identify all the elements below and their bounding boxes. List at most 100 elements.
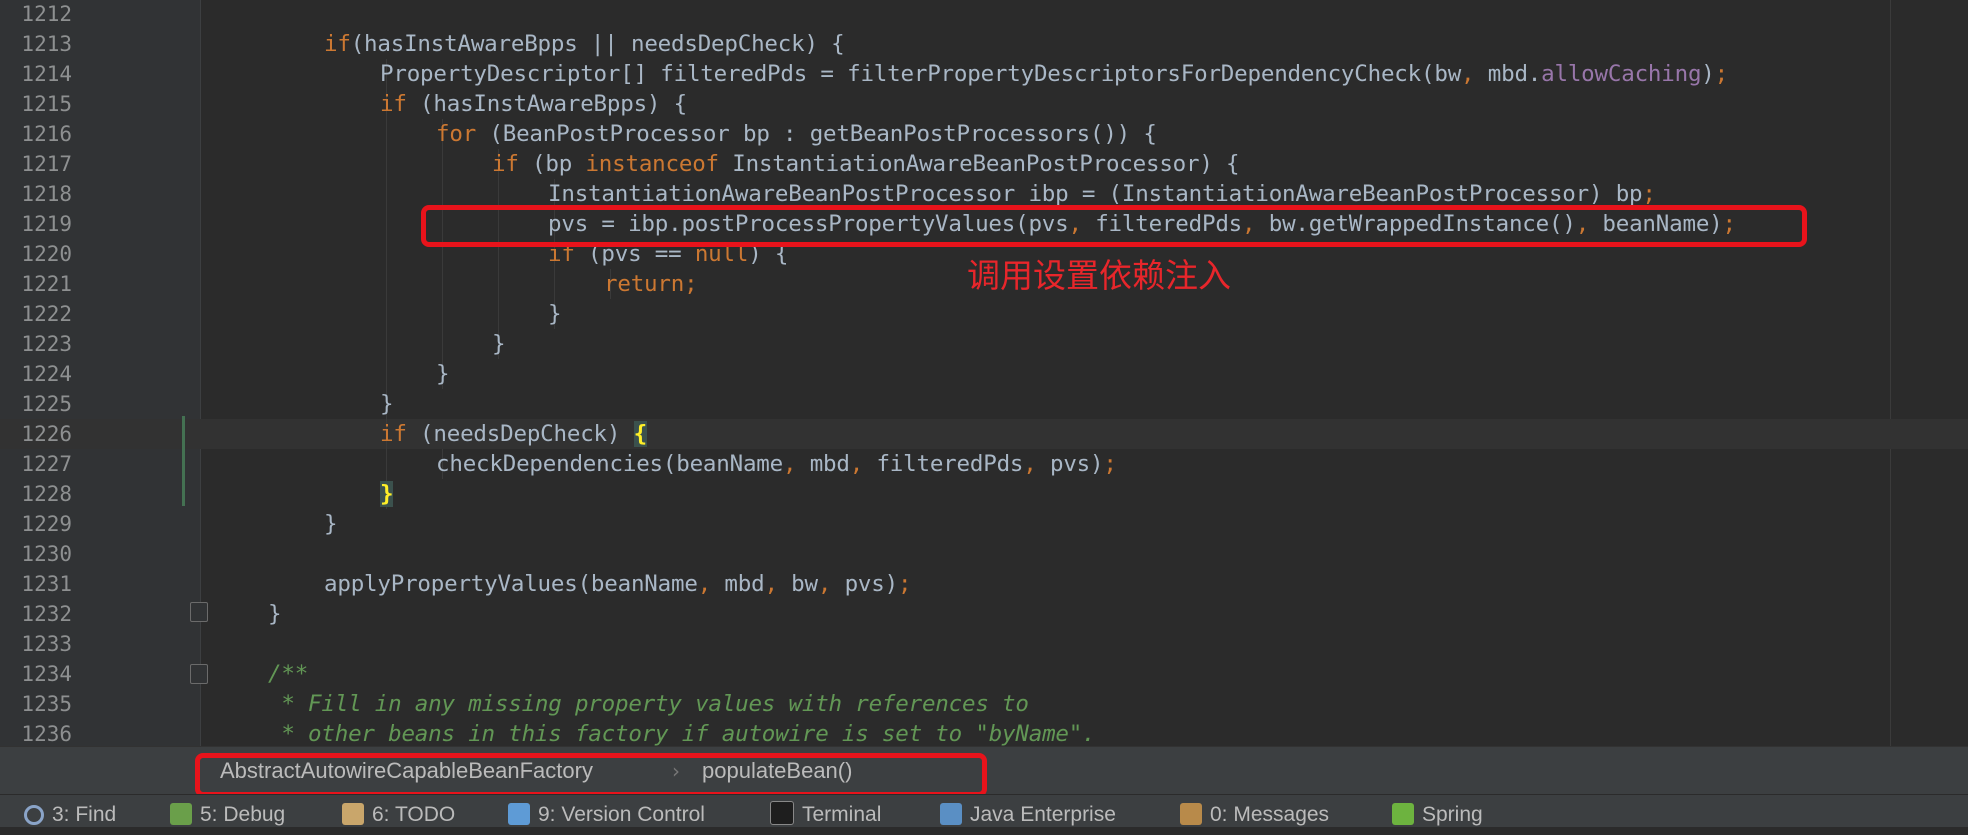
code-line[interactable]: 1226 if (needsDepCheck) {: [0, 419, 1968, 449]
tool-window-button[interactable]: 3: Find: [24, 795, 116, 827]
code-token: ;: [1103, 451, 1117, 477]
code-line[interactable]: 1216 for (BeanPostProcessor bp : getBeanP…: [0, 119, 1968, 149]
spring-leaf-icon: [1392, 803, 1414, 825]
code-line[interactable]: 1230: [0, 539, 1968, 569]
line-number: 1220: [21, 242, 72, 266]
line-number: 1216: [21, 122, 72, 146]
tool-window-label: 6: TODO: [372, 803, 456, 826]
code-line[interactable]: 1214 PropertyDescriptor[] filteredPds = f…: [0, 59, 1968, 89]
tool-window-button[interactable]: 0: Messages: [1180, 795, 1329, 827]
indent-guide: [442, 299, 443, 329]
line-number: 1226: [21, 422, 72, 446]
tool-window-label: 0: Messages: [1210, 803, 1330, 826]
indent-guide: [386, 209, 387, 239]
tool-window-button[interactable]: 5: Debug: [170, 795, 285, 827]
code-token: applyPropertyValues(beanName: [324, 571, 698, 597]
code-token: (hasInstAwareBpps || needsDepCheck) {: [350, 31, 845, 57]
code-token: }: [268, 601, 282, 627]
tool-window-button[interactable]: Spring: [1392, 795, 1483, 827]
code-line[interactable]: 1228}: [0, 479, 1968, 509]
code-line[interactable]: 1233: [0, 629, 1968, 659]
code-line[interactable]: 1229}: [0, 509, 1968, 539]
indent-guide: [386, 359, 387, 389]
code-token: ,: [1461, 61, 1475, 87]
line-number: 1218: [21, 182, 72, 206]
code-line[interactable]: 1231 applyPropertyValues(beanName, mbd, b…: [0, 569, 1968, 599]
code-line[interactable]: 1225}: [0, 389, 1968, 419]
line-number: 1215: [21, 92, 72, 116]
todo-icon: [342, 803, 364, 825]
indent-guide: [386, 239, 387, 269]
code-token: allowCaching: [1541, 61, 1702, 87]
code-line[interactable]: 1222}: [0, 299, 1968, 329]
version-control-icon: [508, 803, 530, 825]
code-line[interactable]: 1232}: [0, 599, 1968, 629]
tool-window-button[interactable]: Terminal: [770, 795, 881, 827]
code-token: ;: [1642, 181, 1656, 207]
code-text[interactable]: * other beans in this factory if autowir…: [268, 719, 1095, 746]
code-text[interactable]: PropertyDescriptor[] filteredPds = filte…: [380, 59, 1728, 89]
bug-icon: [170, 803, 192, 825]
code-text[interactable]: if (needsDepCheck) {: [380, 419, 647, 449]
line-number: 1221: [21, 272, 72, 296]
line-number: 1214: [21, 62, 72, 86]
code-line[interactable]: 1236 * other beans in this factory if au…: [0, 719, 1968, 746]
fold-marker-icon[interactable]: [190, 602, 208, 622]
code-token: if: [492, 151, 519, 177]
code-text[interactable]: }: [492, 329, 506, 359]
code-token: ,: [783, 451, 797, 477]
tool-window-label: Spring: [1422, 803, 1483, 826]
code-token: ): [1701, 61, 1715, 87]
code-line[interactable]: 1213 if(hasInstAwareBpps || needsDepCheck…: [0, 29, 1968, 59]
code-text[interactable]: /**: [268, 659, 308, 689]
code-text[interactable]: }: [268, 599, 282, 629]
code-token: bw: [777, 571, 818, 597]
code-token: (BeanPostProcessor bp : getBeanPostProce…: [476, 121, 1157, 147]
vcs-change-marker[interactable]: [182, 416, 185, 506]
code-text[interactable]: if (bp instanceof InstantiationAwareBean…: [492, 149, 1240, 179]
code-token: ,: [1023, 451, 1037, 477]
indent-guide: [442, 269, 443, 299]
code-text[interactable]: }: [380, 479, 394, 509]
code-text[interactable]: return;: [604, 269, 698, 299]
code-line[interactable]: 1215 if (hasInstAwareBpps) {: [0, 89, 1968, 119]
indent-guide: [386, 329, 387, 359]
code-token: }: [380, 481, 394, 507]
code-token: ,: [697, 571, 712, 597]
code-token: InstantiationAwareBeanPostProcessor ibp …: [548, 181, 1643, 207]
code-text[interactable]: for (BeanPostProcessor bp : getBeanPostP…: [436, 119, 1157, 149]
code-text[interactable]: applyPropertyValues(beanName, mbd, bw, p…: [324, 569, 912, 599]
code-token: (hasInstAwareBpps) {: [406, 91, 687, 117]
code-text[interactable]: }: [380, 389, 394, 419]
terminal-icon: [770, 801, 794, 825]
code-text[interactable]: checkDependencies(beanName, mbd, filtere…: [436, 449, 1117, 479]
code-line[interactable]: 1212: [0, 0, 1968, 29]
code-line[interactable]: 1234 /**: [0, 659, 1968, 689]
code-text[interactable]: if(hasInstAwareBpps || needsDepCheck) {: [324, 29, 845, 59]
code-line[interactable]: 1223}: [0, 329, 1968, 359]
code-token: * other beans in this factory if autowir…: [268, 721, 1096, 746]
tool-window-button[interactable]: Java Enterprise: [940, 795, 1116, 827]
line-number: 1223: [21, 332, 72, 356]
code-text[interactable]: }: [324, 509, 338, 539]
code-line[interactable]: 1235 * Fill in any missing property valu…: [0, 689, 1968, 719]
line-number: 1222: [21, 302, 72, 326]
code-line[interactable]: 1224}: [0, 359, 1968, 389]
fold-marker-icon[interactable]: [190, 664, 208, 684]
code-text[interactable]: }: [548, 299, 562, 329]
code-line[interactable]: 1217 if (bp instanceof InstantiationAware…: [0, 149, 1968, 179]
indent-guide: [442, 329, 443, 359]
code-text[interactable]: }: [436, 359, 450, 389]
tool-window-button[interactable]: 6: TODO: [342, 795, 455, 827]
tool-window-bar: 3: Find 5: Debug 6: TODO 9: Version Control…: [0, 794, 1968, 827]
tool-window-button[interactable]: 9: Version Control: [508, 795, 705, 827]
code-token: }: [436, 361, 450, 387]
code-text[interactable]: if (hasInstAwareBpps) {: [380, 89, 687, 119]
code-editor[interactable]: 1212 1213 if(hasInstAwareBpps || needsDepC…: [0, 0, 1968, 746]
indent-guide: [554, 269, 555, 299]
code-token: for: [436, 121, 477, 147]
code-text[interactable]: * Fill in any missing property values wi…: [268, 689, 1029, 719]
code-token: if: [380, 421, 407, 447]
code-line[interactable]: 1227 checkDependencies(beanName, mbd, fil…: [0, 449, 1968, 479]
code-token: ;: [897, 571, 912, 597]
